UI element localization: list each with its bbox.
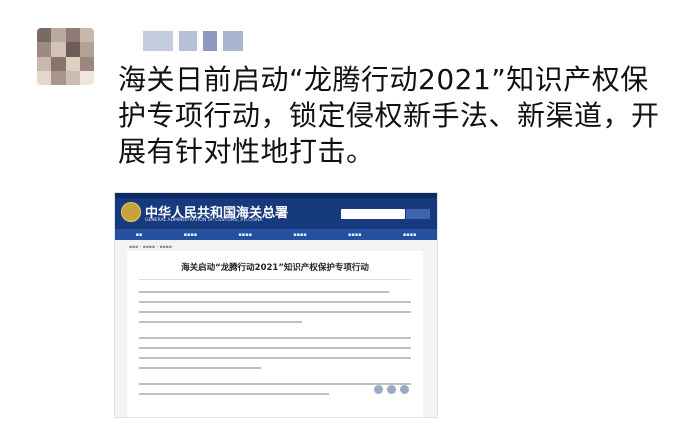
site-nav-item: ▪▪	[135, 231, 143, 238]
site-subtitle: GENERAL ADMINISTRATION OF CUSTOMS, P.R.C…	[145, 218, 263, 223]
site-nav-item: ▪▪▪▪	[238, 231, 252, 238]
username-obscured[interactable]	[143, 31, 243, 51]
article-body-blurred	[139, 291, 411, 403]
site-search-button	[406, 209, 430, 219]
site-nav-item: ▪▪▪▪	[348, 231, 362, 238]
article-title: 海关启动“龙腾行动2021”知识产权保护专项行动	[181, 263, 369, 273]
share-icon	[374, 385, 383, 394]
avatar[interactable]	[37, 28, 94, 85]
divider	[139, 279, 411, 280]
site-search-input	[341, 209, 405, 219]
site-nav-item: ▪▪▪▪	[402, 231, 417, 238]
site-header: 中华人民共和国海关总署 GENERAL ADMINISTRATION OF CU…	[115, 193, 437, 229]
share-icon	[400, 385, 409, 394]
share-icon	[387, 385, 396, 394]
share-icons	[374, 385, 409, 394]
article-panel: 海关启动“龙腾行动2021”知识产权保护专项行动	[127, 251, 423, 417]
breadcrumb: ▪▪▪ › ▪▪▪▪ › ▪▪▪▪	[129, 245, 172, 250]
site-nav: ▪▪ ▪▪▪▪ ▪▪▪▪ ▪▪▪▪ ▪▪▪▪ ▪▪▪▪	[115, 229, 437, 240]
site-nav-item: ▪▪▪▪	[293, 231, 307, 238]
post-text: 海关日前启动“龙腾行动2021”知识产权保护专项行动，锁定侵权新手法、新渠道，开…	[118, 63, 660, 168]
national-emblem-icon	[121, 202, 141, 222]
site-topbar	[115, 193, 437, 198]
site-nav-item: ▪▪▪▪	[183, 231, 198, 238]
attached-screenshot[interactable]: 中华人民共和国海关总署 GENERAL ADMINISTRATION OF CU…	[114, 192, 438, 418]
